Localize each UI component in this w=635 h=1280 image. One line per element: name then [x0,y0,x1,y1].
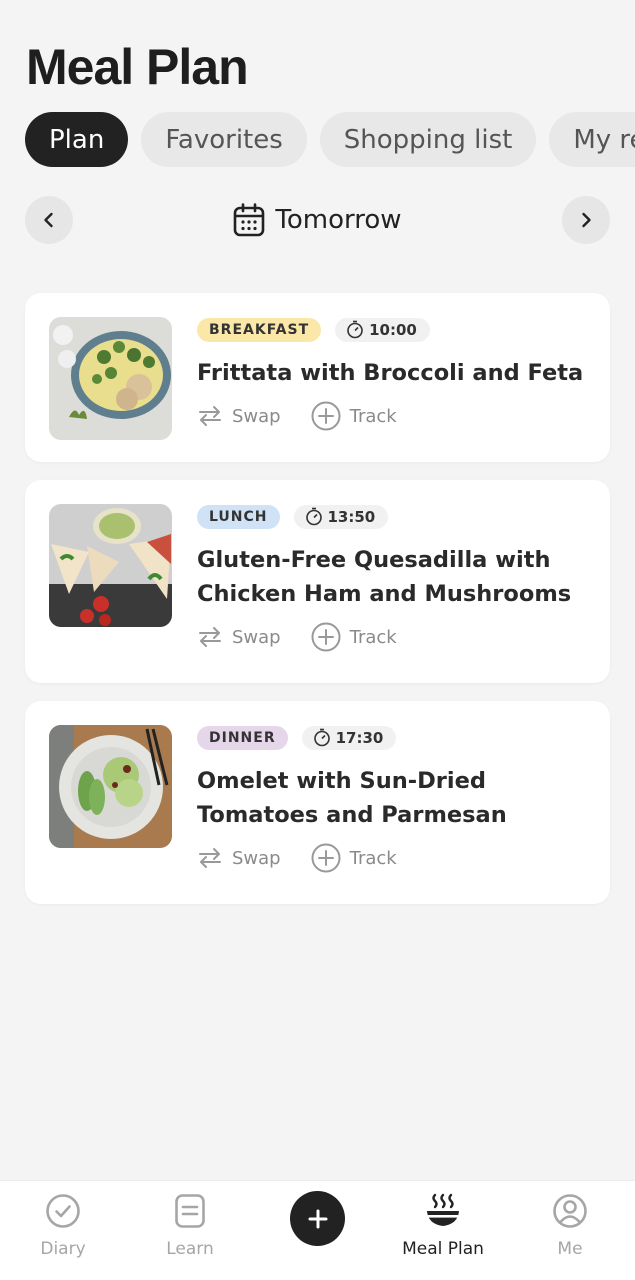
plus-circle-icon [311,401,341,431]
chevron-right-icon [582,212,591,228]
document-icon [170,1191,210,1231]
tab-shopping-list[interactable]: Shopping list [319,112,537,167]
nav-meal-plan[interactable]: Meal Plan [388,1191,498,1259]
tab-my-recipes[interactable]: My recipes [549,112,635,167]
meal-time: 17:30 [301,725,397,750]
track-label: Track [349,626,397,648]
meal-time: 13:50 [293,504,389,529]
nav-diary[interactable]: Diary [8,1191,118,1259]
meal-content: LUNCH 13:50 Gluten-Free Quesadilla with … [197,504,590,657]
stopwatch-icon [313,728,330,747]
meal-time-label: 17:30 [335,728,384,747]
tab-plan[interactable]: Plan [25,112,129,167]
meal-type-badge: DINNER [197,725,288,750]
meal-card-lunch[interactable]: LUNCH 13:50 Gluten-Free Quesadilla with … [25,480,610,683]
track-label: Track [349,405,397,427]
plus-circle-icon [311,622,341,652]
meal-card-breakfast[interactable]: BREAKFAST 10:00 Frittata with Broccoli a… [25,293,610,462]
nav-me[interactable]: Me [515,1191,625,1259]
meal-time: 10:00 [335,317,430,342]
check-circle-icon [43,1191,83,1231]
track-button[interactable]: Track [311,843,397,873]
bottom-navigation: Diary Learn Meal Plan Me [0,1180,635,1280]
date-selector[interactable]: Tomorrow [25,196,610,244]
nav-label: Diary [40,1239,86,1259]
page-title: Meal Plan [26,39,249,95]
swap-button[interactable]: Swap [197,403,281,429]
swap-button[interactable]: Swap [197,845,281,871]
nav-label: Meal Plan [402,1239,484,1259]
meal-title[interactable]: Omelet with Sun-Dried Tomatoes and Parme… [197,764,590,832]
meal-type-badge: LUNCH [197,504,280,529]
nav-label: Me [557,1239,583,1259]
swap-label: Swap [232,847,281,869]
stopwatch-icon [305,507,322,526]
tab-bar: Plan Favorites Shopping list My recipes [25,112,635,167]
meal-time-label: 10:00 [369,320,417,339]
track-label: Track [349,847,397,869]
plus-circle-icon [311,843,341,873]
swap-icon [199,848,221,868]
nav-learn[interactable]: Learn [135,1191,245,1259]
track-button[interactable]: Track [311,401,397,431]
meal-type-badge: BREAKFAST [197,317,322,342]
meal-content: BREAKFAST 10:00 Frittata with Broccoli a… [197,317,590,436]
tab-favorites[interactable]: Favorites [141,112,307,167]
meal-title[interactable]: Frittata with Broccoli and Feta [197,356,590,390]
meal-content: DINNER 17:30 Omelet with Sun-Dried Tomat… [197,725,590,878]
swap-label: Swap [232,405,281,427]
meal-card-dinner[interactable]: DINNER 17:30 Omelet with Sun-Dried Tomat… [25,701,610,904]
quesadilla-photo [49,504,172,627]
plus-icon [308,1209,327,1228]
date-label: Tomorrow [275,205,402,235]
swap-icon [199,406,221,426]
meal-title[interactable]: Gluten-Free Quesadilla with Chicken Ham … [197,543,590,611]
nav-label: Learn [166,1239,214,1259]
calendar-icon [234,203,265,237]
swap-icon [199,627,221,647]
track-button[interactable]: Track [311,622,397,652]
swap-label: Swap [232,626,281,648]
bowl-icon [423,1191,463,1231]
meal-time-label: 13:50 [327,507,376,526]
next-day-button[interactable] [562,196,610,244]
stopwatch-icon [347,320,363,339]
date-navigator: Tomorrow [25,196,610,244]
omelet-photo [49,725,172,848]
frittata-photo [49,317,172,440]
user-icon [550,1191,590,1231]
add-button[interactable] [290,1191,345,1246]
swap-button[interactable]: Swap [197,624,281,650]
